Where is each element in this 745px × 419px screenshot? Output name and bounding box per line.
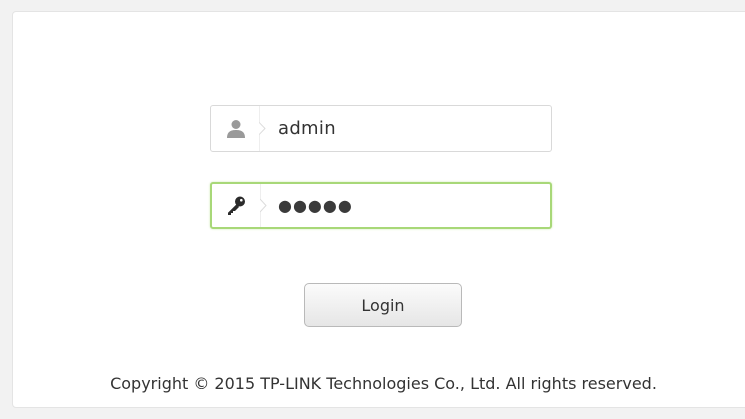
key-icon bbox=[228, 196, 245, 215]
password-field[interactable]: ●●●●● bbox=[210, 182, 552, 229]
password-input[interactable]: ●●●●● bbox=[278, 184, 353, 227]
field-separator bbox=[260, 184, 267, 227]
username-field[interactable]: admin bbox=[210, 105, 552, 152]
password-icon-cell bbox=[212, 184, 260, 227]
user-icon bbox=[227, 120, 245, 138]
login-button[interactable]: Login bbox=[304, 283, 462, 327]
field-separator bbox=[259, 106, 266, 151]
username-input[interactable]: admin bbox=[278, 106, 336, 151]
copyright-text: Copyright © 2015 TP-LINK Technologies Co… bbox=[110, 374, 657, 393]
copyright-footer: Copyright © 2015 TP-LINK Technologies Co… bbox=[0, 374, 745, 393]
username-icon-cell bbox=[211, 106, 259, 151]
